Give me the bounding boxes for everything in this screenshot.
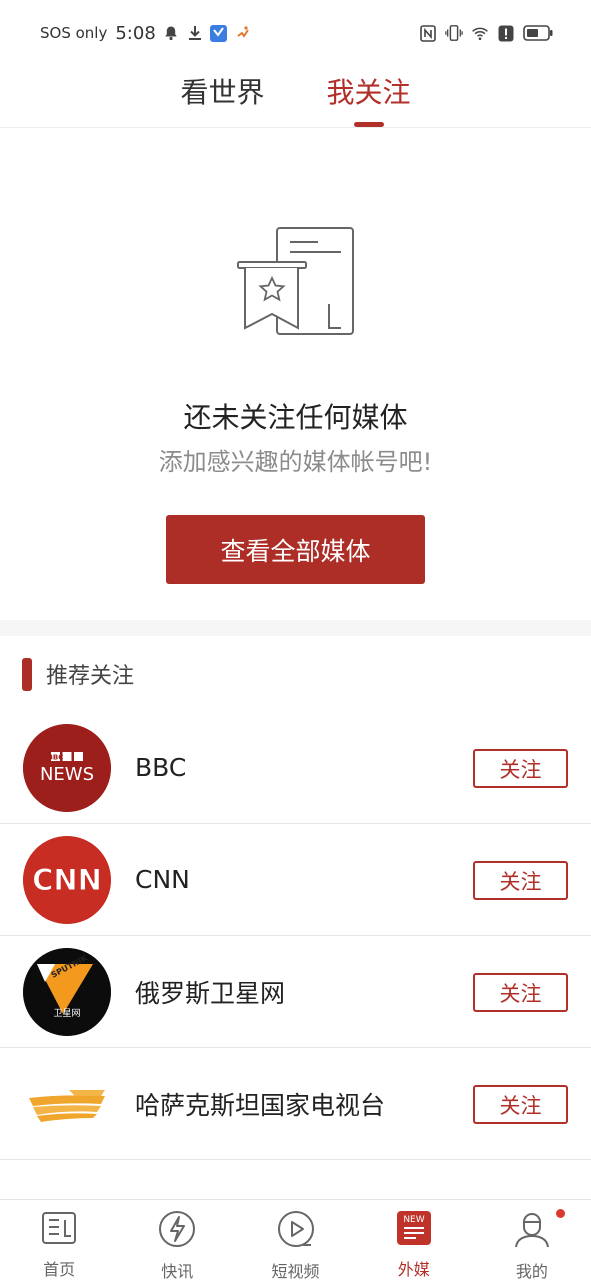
nav-label: 快讯 — [161, 1262, 194, 1280]
tab-following[interactable]: 我关注 — [327, 66, 411, 127]
media-name: CNN — [135, 865, 190, 894]
list-item[interactable]: BBC NEWS BBC 关注 — [0, 712, 591, 824]
list-item[interactable]: SPUTNIK 卫星网 俄罗斯卫星网 关注 — [0, 936, 591, 1048]
kazakh-tv-logo — [23, 1060, 111, 1148]
media-name: 俄罗斯卫星网 — [135, 978, 286, 1008]
nav-label: 首页 — [43, 1260, 76, 1279]
media-name: BBC — [135, 753, 187, 782]
nav-label: 外媒 — [397, 1260, 430, 1279]
battery-icon — [523, 24, 553, 42]
bottom-nav: 首页 快讯 短视频 NEW 外媒 我的 — [0, 1199, 591, 1280]
carrier-text: SOS only — [40, 24, 108, 42]
section-divider — [0, 620, 591, 636]
runner-icon — [234, 24, 252, 42]
notification-dot — [556, 1209, 566, 1218]
alert-icon — [497, 24, 515, 42]
bell-icon — [162, 24, 180, 42]
status-right — [419, 24, 553, 42]
follow-button[interactable]: 关注 — [473, 861, 568, 900]
recommended-title: 推荐关注 — [46, 664, 135, 689]
nav-home[interactable]: 首页 — [0, 1200, 118, 1280]
follow-button[interactable]: 关注 — [473, 973, 568, 1012]
top-tab-bar: 看世界 我关注 — [0, 66, 591, 128]
list-item[interactable]: CNN CNN 关注 — [0, 824, 591, 936]
cnn-logo-text: CNN — [32, 863, 102, 897]
app-badge-icon — [210, 24, 228, 42]
tab-explore-world[interactable]: 看世界 — [180, 66, 264, 127]
empty-title: 还未关注任何媒体 — [183, 401, 408, 434]
cnn-logo: CNN — [23, 836, 111, 924]
flash-icon — [158, 1210, 196, 1248]
list-item[interactable]: 哈萨克斯坦国家电视台 关注 — [0, 1048, 591, 1160]
nfc-icon — [419, 24, 437, 42]
follow-button[interactable]: 关注 — [473, 1085, 568, 1124]
profile-icon — [513, 1210, 551, 1248]
download-icon — [186, 24, 204, 42]
sputnik-logo: SPUTNIK 卫星网 — [23, 948, 111, 1036]
media-name: 哈萨克斯坦国家电视台 — [135, 1090, 386, 1120]
clock: 5:08 — [115, 22, 156, 44]
section-marker — [22, 657, 32, 691]
view-all-media-button[interactable]: 查看全部媒体 — [166, 515, 425, 584]
status-left: SOS only 5:08 — [40, 23, 252, 44]
empty-state: 还未关注任何媒体 添加感兴趣的媒体帐号吧! 查看全部媒体 — [0, 128, 591, 620]
bbc-logo-text: BBC — [48, 754, 64, 762]
nav-foreign-media[interactable]: NEW 外媒 — [355, 1200, 473, 1280]
news-icon — [40, 1210, 78, 1246]
bbc-logo: BBC NEWS — [23, 724, 111, 812]
follow-button[interactable]: 关注 — [473, 749, 568, 788]
status-bar: SOS only 5:08 — [0, 0, 591, 66]
wifi-icon — [471, 24, 489, 42]
nav-label: 短视频 — [271, 1262, 320, 1280]
vibrate-icon — [445, 24, 463, 42]
sputnik-cn-text: 卫星网 — [53, 1008, 80, 1019]
media-list: BBC NEWS BBC 关注 CNN CNN 关注 SPUTNIK 卫星网 俄… — [0, 712, 591, 1160]
nav-label: 我的 — [515, 1262, 548, 1280]
play-icon — [277, 1210, 315, 1248]
empty-bookmark-icon — [236, 226, 356, 338]
nav-profile[interactable]: 我的 — [473, 1200, 591, 1280]
nav-flash[interactable]: 快讯 — [118, 1200, 236, 1280]
empty-subtitle: 添加感兴趣的媒体帐号吧! — [158, 448, 433, 476]
new-badge-text: NEW — [403, 1215, 424, 1225]
new-badge-icon: NEW — [395, 1210, 433, 1246]
news-logo-text: NEWS — [40, 764, 94, 785]
recommended-header: 推荐关注 — [22, 656, 134, 692]
nav-video[interactable]: 短视频 — [236, 1200, 354, 1280]
